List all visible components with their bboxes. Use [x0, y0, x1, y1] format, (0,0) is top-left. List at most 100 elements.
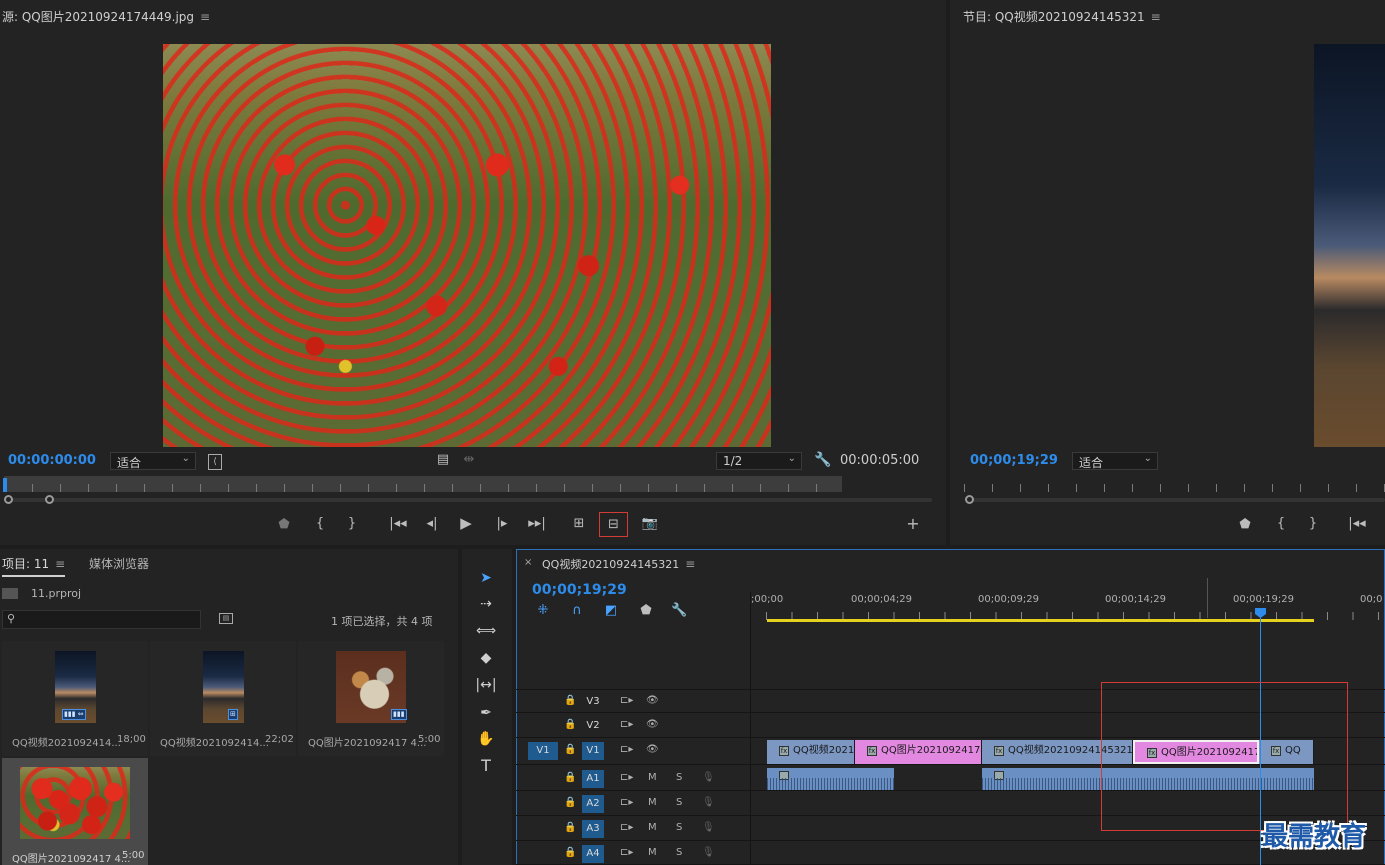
add-button-icon[interactable]: + — [905, 516, 921, 532]
zoom-handle-left[interactable] — [965, 495, 974, 504]
snap-magnet-icon[interactable]: ∩ — [569, 604, 585, 618]
microphone-icon[interactable]: 🎙 — [702, 847, 715, 858]
program-zoom-scrollbar[interactable] — [968, 498, 1385, 502]
microphone-icon[interactable]: 🎙 — [702, 797, 715, 808]
track-select-tool-icon[interactable]: ⇢ — [474, 593, 498, 615]
source-timecode[interactable]: 00:00:00:00 — [8, 453, 96, 468]
program-fit-dropdown[interactable]: 适合 ⌄ — [1072, 452, 1158, 470]
source-time-ruler[interactable] — [4, 476, 842, 492]
sync-icon[interactable]: ⊏▸ — [620, 797, 633, 808]
sync-icon[interactable]: ⊏▸ — [620, 695, 633, 706]
solo-button[interactable]: S — [676, 822, 682, 833]
go-to-in-icon[interactable]: |◂◂ — [1348, 517, 1366, 531]
track-label[interactable]: A2 — [582, 795, 604, 813]
step-forward-icon[interactable]: |▸ — [494, 517, 510, 531]
bin-item-selected[interactable]: QQ图片2021092417 4... 5:00 — [2, 758, 148, 865]
mute-button[interactable]: M — [648, 847, 657, 858]
panel-menu-icon[interactable]: ≡ — [685, 557, 695, 571]
hand-tool-icon[interactable]: ✋ — [474, 728, 498, 750]
tab-project[interactable]: 项目: 11 ≡ — [2, 555, 66, 577]
razor-tool-icon[interactable]: ◆ — [474, 647, 498, 669]
slip-tool-icon[interactable]: |↔| — [474, 674, 498, 696]
step-back-icon[interactable]: ◂| — [424, 517, 440, 531]
work-area-bar[interactable] — [767, 619, 1314, 622]
microphone-icon[interactable]: 🎙 — [702, 822, 715, 833]
selection-tool-icon[interactable]: ➤ — [474, 567, 498, 589]
lock-icon[interactable]: 🔒 — [564, 744, 576, 755]
program-monitor-title[interactable]: 节目: QQ视频20210924145321 ≡ — [963, 8, 1161, 25]
add-marker-icon[interactable]: ⬟ — [277, 518, 291, 532]
type-tool-icon[interactable]: T — [474, 755, 498, 777]
solo-button[interactable]: S — [676, 847, 682, 858]
bin-item[interactable]: ⊞ QQ视频2021092414... 22;02 — [150, 641, 296, 756]
eye-icon[interactable]: 👁 — [646, 695, 659, 706]
go-to-out-icon[interactable]: ▸▸| — [528, 517, 546, 531]
ripple-edit-tool-icon[interactable]: ⟺ — [474, 620, 498, 642]
new-bin-icon[interactable]: ▤ — [219, 613, 233, 624]
microphone-icon[interactable]: 🎙 — [702, 772, 715, 783]
bin-item[interactable]: ▮▮▮ QQ图片2021092417 4... 5:00 — [298, 641, 444, 756]
pen-tool-icon[interactable]: ✒ — [474, 702, 498, 724]
add-marker-icon[interactable]: ⬟ — [1238, 518, 1252, 532]
lock-icon[interactable]: 🔒 — [564, 772, 576, 783]
nest-icon[interactable]: ⁜ — [535, 604, 551, 618]
eye-icon[interactable]: 👁 — [646, 744, 659, 755]
solo-button[interactable]: S — [676, 797, 682, 808]
mark-in-icon[interactable]: { — [313, 517, 327, 531]
tab-media-browser[interactable]: 媒体浏览器 — [89, 555, 149, 572]
sync-icon[interactable]: ⊏▸ — [620, 744, 633, 755]
mark-out-icon[interactable]: } — [1306, 517, 1320, 531]
panel-menu-icon[interactable]: ≡ — [55, 557, 65, 571]
lock-icon[interactable]: 🔒 — [564, 797, 576, 808]
mute-button[interactable]: M — [648, 772, 657, 783]
track-label[interactable]: A3 — [582, 820, 604, 838]
eye-icon[interactable]: 👁 — [646, 719, 659, 730]
source-patch-v1[interactable]: V1 — [528, 742, 558, 760]
camera-icon[interactable]: 📷 — [641, 517, 659, 531]
timeline-tab[interactable]: QQ视频20210924145321 ≡ — [542, 556, 695, 572]
search-input[interactable]: ⚲ — [2, 610, 201, 629]
panel-menu-icon[interactable]: ≡ — [1151, 10, 1161, 24]
track-label[interactable]: V2 — [582, 717, 604, 735]
zoom-handle-right[interactable] — [45, 495, 54, 504]
overwrite-icon[interactable]: ⊟ — [599, 512, 628, 537]
solo-button[interactable]: S — [676, 772, 682, 783]
mute-button[interactable]: M — [648, 822, 657, 833]
wrench-icon[interactable]: 🔧 — [671, 604, 687, 618]
mark-out-icon[interactable]: } — [345, 517, 359, 531]
track-label[interactable]: V1 — [582, 742, 604, 760]
wrench-icon[interactable]: 🔧 — [814, 453, 831, 467]
film-icon[interactable]: ▤ — [436, 453, 450, 467]
sync-icon[interactable]: ⊏▸ — [620, 719, 633, 730]
sync-icon[interactable]: ⊏▸ — [620, 822, 633, 833]
lock-icon[interactable]: 🔒 — [564, 719, 576, 730]
linked-selection-icon[interactable]: ◩ — [603, 604, 619, 618]
lock-icon[interactable]: 🔒 — [564, 847, 576, 858]
source-resolution-dropdown[interactable]: 1/2 ⌄ — [716, 452, 802, 470]
audio-clip[interactable] — [767, 768, 894, 790]
program-ruler-ticks[interactable] — [964, 484, 1385, 492]
timeline-clip[interactable]: fx QQ图片20210924174 — [855, 740, 982, 764]
play-icon[interactable]: ▶ — [458, 516, 474, 531]
zoom-handle-left[interactable] — [4, 495, 13, 504]
track-label[interactable]: V3 — [582, 693, 604, 711]
link-icon[interactable]: ⇹ — [461, 453, 477, 467]
mute-button[interactable]: M — [648, 797, 657, 808]
source-zoom-scrollbar[interactable] — [6, 498, 932, 502]
track-label[interactable]: A1 — [582, 770, 604, 788]
timeline-timecode[interactable]: 00;00;19;29 — [532, 582, 627, 598]
mark-in-icon[interactable]: { — [1274, 517, 1288, 531]
lock-icon[interactable]: 🔒 — [564, 695, 576, 706]
track-label[interactable]: A4 — [582, 845, 604, 863]
source-monitor-title[interactable]: 源: QQ图片20210924174449.jpg ≡ — [2, 8, 210, 25]
insert-icon[interactable]: ⊞ — [569, 517, 589, 531]
go-to-in-icon[interactable]: |◂◂ — [389, 517, 407, 531]
panel-menu-icon[interactable]: ≡ — [200, 10, 210, 24]
settings-export-icon[interactable]: ⟨ — [208, 454, 222, 470]
timeline-close-icon[interactable]: × — [524, 557, 532, 568]
source-fit-dropdown[interactable]: 适合 ⌄ — [110, 452, 196, 470]
lock-icon[interactable]: 🔒 — [564, 822, 576, 833]
program-timecode[interactable]: 00;00;19;29 — [970, 453, 1058, 468]
bin-item[interactable]: ▮▮▮ ⇔ QQ视频2021092414... 18;00 — [2, 641, 148, 756]
track-a4[interactable]: 🔒 A4 ⊏▸ M S 🎙 — [516, 842, 1385, 865]
